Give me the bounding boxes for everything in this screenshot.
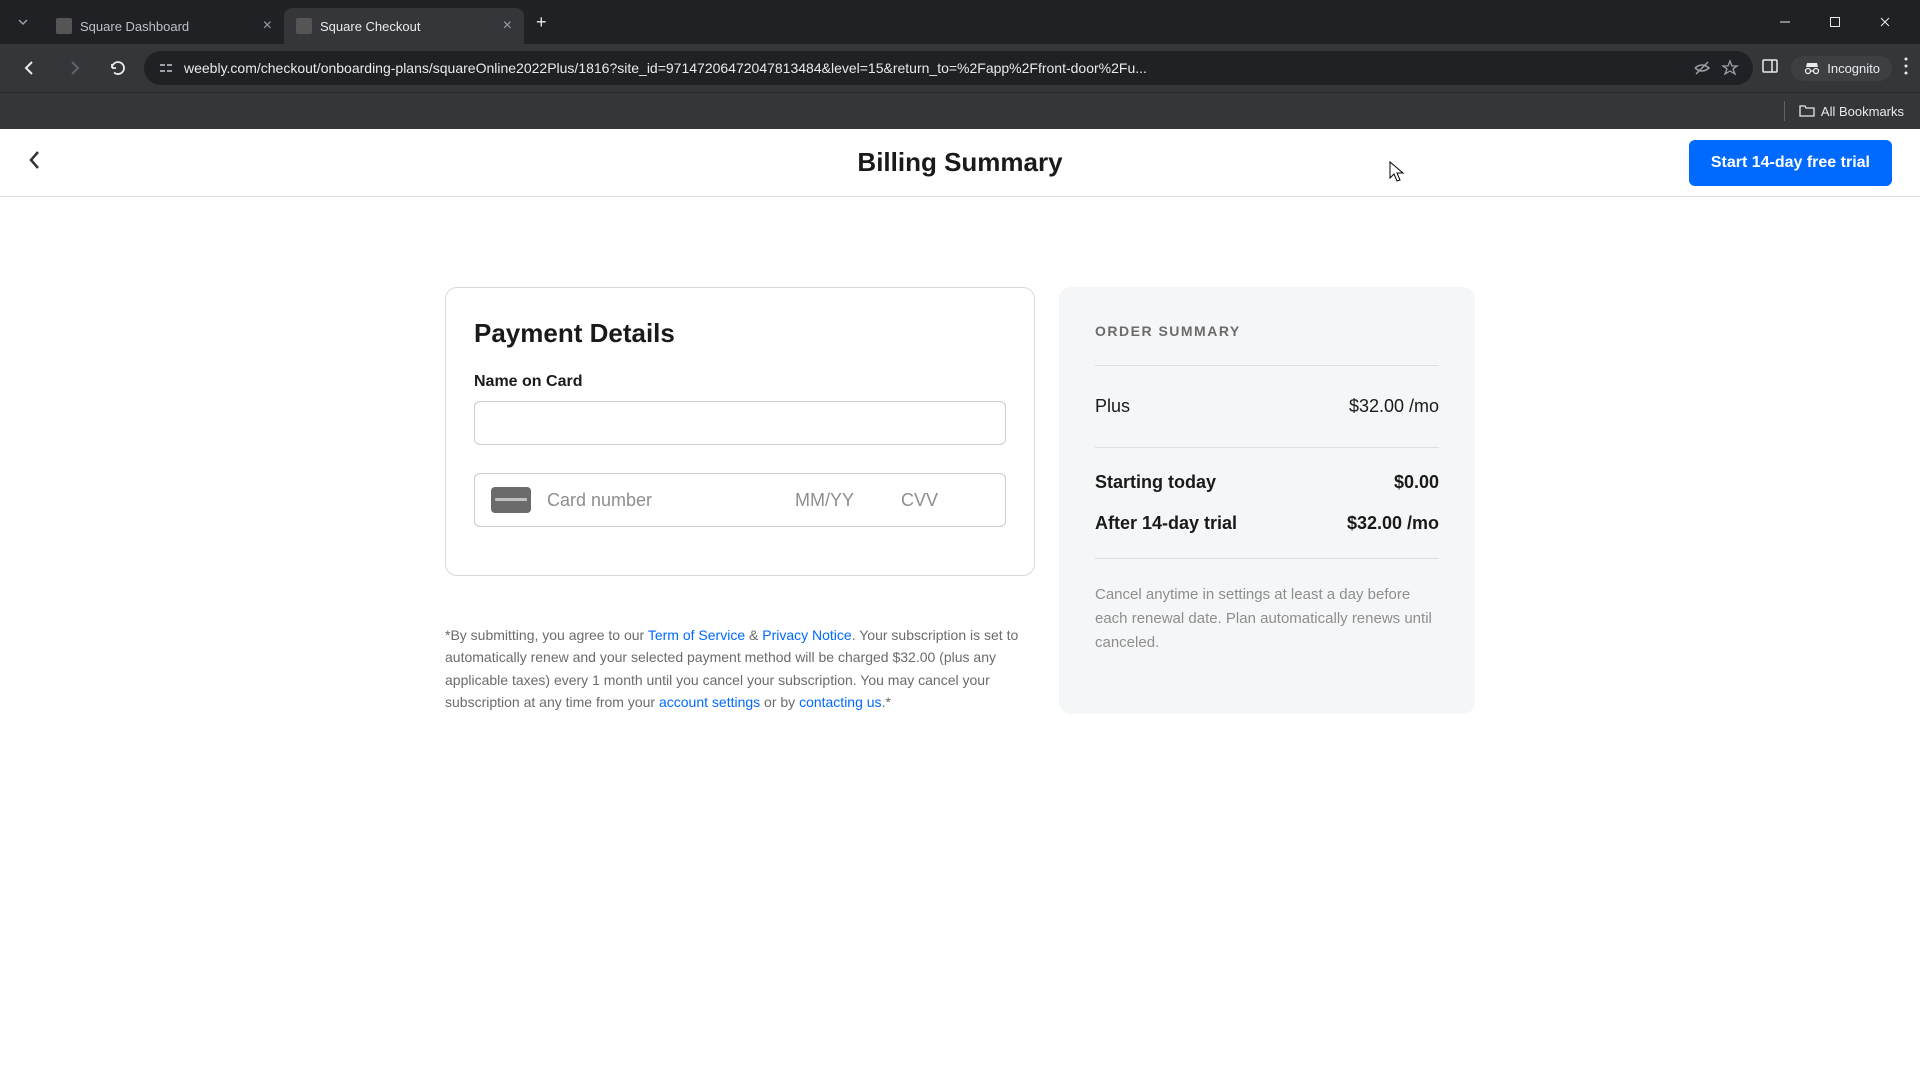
forward-button[interactable] [56, 50, 92, 86]
tab-search-button[interactable] [8, 7, 38, 37]
folder-icon [1799, 104, 1815, 118]
favicon-icon [56, 18, 72, 34]
chevron-left-icon [28, 149, 42, 171]
after-trial-label: After 14-day trial [1095, 513, 1237, 534]
side-panel-icon[interactable] [1761, 57, 1779, 80]
legal-text: *By submitting, you agree to our Term of… [445, 624, 1035, 714]
divider [1784, 101, 1785, 121]
minimize-icon [1779, 16, 1791, 28]
more-vertical-icon [1904, 57, 1908, 75]
close-icon [1879, 16, 1891, 28]
contact-link[interactable]: contacting us [799, 694, 882, 710]
terms-link[interactable]: Term of Service [648, 627, 745, 643]
page-back-button[interactable] [28, 149, 42, 176]
eye-off-icon[interactable] [1693, 59, 1711, 77]
all-bookmarks-button[interactable]: All Bookmarks [1799, 104, 1904, 119]
reload-icon [109, 59, 127, 77]
maximize-button[interactable] [1820, 7, 1850, 37]
starting-today-label: Starting today [1095, 472, 1216, 493]
tab-bar: Square Dashboard × Square Checkout × + [0, 0, 1920, 44]
close-icon[interactable]: × [263, 17, 272, 35]
address-bar-row: weebly.com/checkout/onboarding-plans/squ… [0, 44, 1920, 92]
menu-button[interactable] [1904, 57, 1908, 80]
main-content: Payment Details Name on Card *By submitt… [0, 197, 1920, 714]
site-settings-icon[interactable] [158, 60, 174, 76]
plan-price: $32.00 /mo [1349, 396, 1439, 417]
name-on-card-label: Name on Card [474, 373, 1006, 391]
name-on-card-input[interactable] [474, 401, 1006, 445]
url-text: weebly.com/checkout/onboarding-plans/squ… [184, 60, 1683, 76]
summary-note: Cancel anytime in settings at least a da… [1095, 559, 1439, 655]
incognito-icon [1803, 61, 1821, 75]
bookmarks-bar: All Bookmarks [0, 92, 1920, 129]
after-trial-value: $32.00 /mo [1347, 513, 1439, 534]
plan-name: Plus [1095, 396, 1130, 417]
legal-end: .* [882, 694, 891, 710]
start-trial-button[interactable]: Start 14-day free trial [1689, 140, 1892, 186]
card-cvv-input[interactable] [901, 490, 991, 511]
credit-card-icon [491, 487, 531, 513]
incognito-badge[interactable]: Incognito [1791, 56, 1892, 81]
after-trial-row: After 14-day trial $32.00 /mo [1095, 503, 1439, 558]
starting-today-value: $0.00 [1394, 472, 1439, 493]
favicon-icon [296, 18, 312, 34]
browser-tab[interactable]: Square Dashboard × [44, 8, 284, 44]
card-input-row [474, 473, 1006, 527]
plan-row: Plus $32.00 /mo [1095, 366, 1439, 447]
all-bookmarks-label: All Bookmarks [1821, 104, 1904, 119]
reload-button[interactable] [100, 50, 136, 86]
page-header: Billing Summary Start 14-day free trial [0, 129, 1920, 197]
account-settings-link[interactable]: account settings [659, 694, 760, 710]
incognito-label: Incognito [1827, 61, 1880, 76]
address-bar[interactable]: weebly.com/checkout/onboarding-plans/squ… [144, 51, 1753, 85]
close-window-button[interactable] [1870, 7, 1900, 37]
back-button[interactable] [12, 50, 48, 86]
browser-tab[interactable]: Square Checkout × [284, 8, 524, 44]
chevron-down-icon [17, 16, 29, 28]
browser-chrome: Square Dashboard × Square Checkout × + [0, 0, 1920, 129]
left-column: Payment Details Name on Card *By submitt… [445, 287, 1035, 714]
arrow-left-icon [21, 59, 39, 77]
order-summary-card: ORDER SUMMARY Plus $32.00 /mo Starting t… [1059, 287, 1475, 714]
tab-title: Square Dashboard [80, 19, 255, 34]
privacy-link[interactable]: Privacy Notice [762, 627, 851, 643]
payment-heading: Payment Details [474, 318, 1006, 349]
card-expiry-input[interactable] [795, 490, 885, 511]
minimize-button[interactable] [1770, 7, 1800, 37]
payment-card: Payment Details Name on Card [445, 287, 1035, 576]
close-icon[interactable]: × [503, 17, 512, 35]
arrow-right-icon [65, 59, 83, 77]
legal-prefix: *By submitting, you agree to our [445, 627, 648, 643]
tab-title: Square Checkout [320, 19, 495, 34]
legal-amp: & [745, 627, 762, 643]
new-tab-button[interactable]: + [524, 12, 559, 33]
maximize-icon [1829, 16, 1841, 28]
order-summary-heading: ORDER SUMMARY [1095, 323, 1439, 339]
starting-today-row: Starting today $0.00 [1095, 448, 1439, 503]
page-title: Billing Summary [857, 147, 1062, 178]
star-icon[interactable] [1721, 59, 1739, 77]
card-number-input[interactable] [547, 490, 779, 511]
legal-mid2: or by [760, 694, 799, 710]
